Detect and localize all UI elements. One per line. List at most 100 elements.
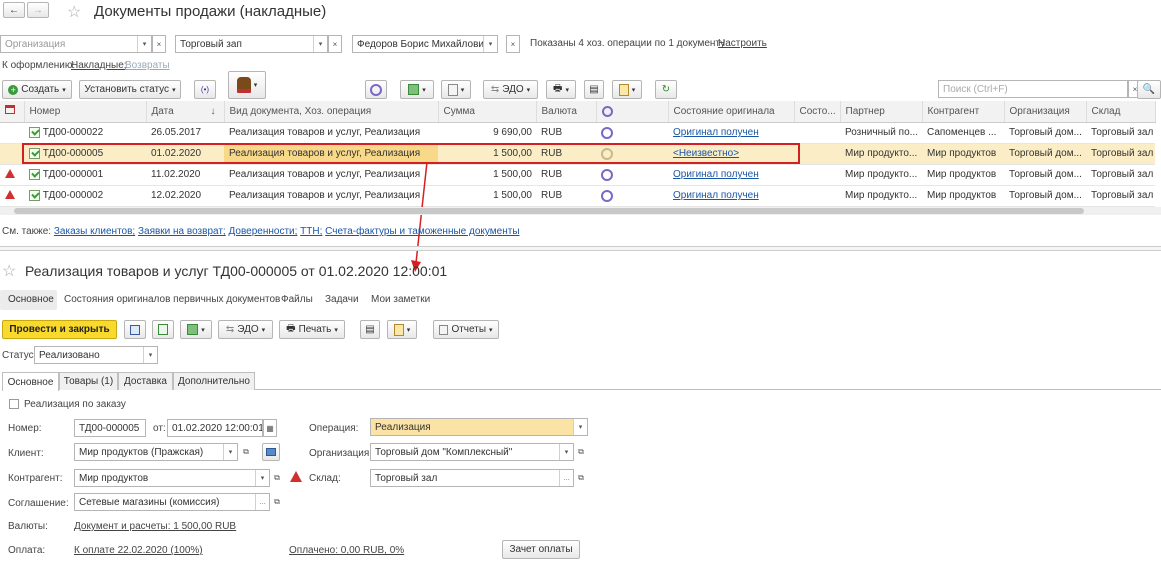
refresh-button[interactable]: ↻	[655, 80, 677, 99]
invoices-link[interactable]: Накладные;	[71, 60, 127, 71]
column-header[interactable]: Вид документа, Хоз. операция	[224, 101, 439, 123]
warehouse-filter[interactable]: Торговый зап ▾	[175, 35, 328, 53]
create-button[interactable]: + Создать ▾	[2, 80, 72, 99]
set-status-button[interactable]: Установить статус ▾	[79, 80, 181, 99]
open-link-icon[interactable]: ⧉	[270, 469, 284, 487]
dropdown-icon[interactable]: ▾	[483, 36, 497, 52]
currency-link[interactable]: Документ и расчеты: 1 500,00 RUB	[74, 521, 236, 532]
clear-icon[interactable]: ×	[152, 35, 166, 53]
favorite-star-icon[interactable]: ☆	[2, 261, 16, 281]
nav-tasks[interactable]: Задачи	[325, 294, 359, 305]
reports-button[interactable]: Отчеты ▾	[433, 320, 499, 339]
column-icon-header[interactable]	[0, 101, 25, 123]
tab-goods[interactable]: Товары (1)	[59, 372, 118, 390]
tab-main[interactable]: Основное	[2, 372, 59, 391]
see-also-link[interactable]: Доверенности;	[229, 226, 298, 237]
column-header[interactable]: Валюта	[536, 101, 597, 123]
print-button[interactable]: 🖶 ▾	[546, 80, 576, 99]
table-row[interactable]: ТД00-000001 11.02.2020 Реализация товаров …	[0, 164, 1155, 186]
signal-button[interactable]: (•)	[194, 80, 216, 99]
column-header[interactable]: Склад	[1086, 101, 1156, 123]
organization-filter[interactable]: Организация ▾	[0, 35, 152, 53]
report-menu-button[interactable]: ▾	[387, 320, 417, 339]
list-button[interactable]: ▤	[360, 320, 380, 339]
select-icon[interactable]: …	[559, 470, 573, 486]
cell-original[interactable]: Оригинал получен	[668, 164, 794, 186]
dropdown-icon[interactable]: ▾	[137, 36, 151, 52]
by-order-checkbox[interactable]	[9, 399, 19, 409]
forward-button[interactable]: →	[27, 2, 49, 18]
dropdown-icon[interactable]: ▾	[223, 444, 237, 460]
back-button[interactable]: ←	[3, 2, 25, 18]
open-link-icon[interactable]: ⧉	[574, 443, 588, 461]
search-input[interactable]: Поиск (Ctrl+F)	[938, 80, 1128, 98]
scrollbar-thumb[interactable]	[14, 208, 1084, 214]
post-and-close-button[interactable]: Провести и закрыть	[2, 320, 117, 339]
organization-field[interactable]: Торговый дом "Комплексный" ▾	[370, 443, 574, 461]
returns-link[interactable]: Возвраты	[125, 60, 170, 71]
horizontal-scrollbar[interactable]	[0, 207, 1161, 215]
nav-originals[interactable]: Состояния оригиналов первичных документо…	[64, 294, 280, 305]
configure-link[interactable]: Настроить	[718, 38, 767, 49]
edo-button[interactable]: ⇆ ЭДО ▾	[218, 320, 273, 339]
list-button[interactable]: ▤	[584, 80, 604, 99]
create-based-button[interactable]: ▾	[400, 80, 434, 99]
create-based-button[interactable]: ▾	[180, 320, 212, 339]
clear-icon[interactable]: ×	[328, 35, 342, 53]
see-also-link[interactable]: Счета-фактуры и таможенные документы	[325, 226, 519, 237]
dropdown-icon[interactable]: ▾	[313, 36, 327, 52]
clear-icon[interactable]: ×	[506, 35, 520, 53]
nav-files[interactable]: Файлы	[281, 294, 313, 305]
see-also-link[interactable]: Заявки на возврат;	[138, 226, 226, 237]
related-docs-button[interactable]: ▾	[441, 80, 471, 99]
select-icon[interactable]: …	[255, 494, 269, 510]
payment-link[interactable]: К оплате 22.02.2020 (100%)	[74, 545, 203, 556]
client-card-button[interactable]	[262, 443, 280, 461]
column-header[interactable]: Номер	[24, 101, 147, 123]
see-also-link[interactable]: Заказы клиентов;	[54, 226, 135, 237]
mail-button[interactable]	[365, 80, 387, 99]
cell-original[interactable]: Оригинал получен	[668, 185, 794, 207]
column-header[interactable]: Дата ↓	[146, 101, 225, 123]
post-button[interactable]	[152, 320, 174, 339]
dropdown-icon[interactable]: ▾	[255, 470, 269, 486]
column-header[interactable]: Партнер	[840, 101, 923, 123]
table-row[interactable]: ТД00-000022 26.05.2017 Реализация товаров …	[0, 122, 1155, 144]
search-button[interactable]: 🔍	[1137, 80, 1161, 99]
calendar-icon[interactable]: ▦	[263, 419, 277, 437]
warehouse-field[interactable]: Торговый зал…	[370, 469, 574, 487]
column-header[interactable]: Состо...	[794, 101, 841, 123]
see-also-link[interactable]: ТТН;	[300, 226, 322, 237]
favorite-star-icon[interactable]: ☆	[67, 2, 81, 22]
counterparty-field[interactable]: Мир продуктов ▾	[74, 469, 270, 487]
dropdown-icon[interactable]: ▾	[573, 419, 587, 435]
number-field[interactable]: ТД00-000005	[74, 419, 146, 437]
table-row[interactable]: ТД00-000002 12.02.2020 Реализация товаров …	[0, 185, 1155, 207]
agreement-field[interactable]: Сетевые магазины (комиссия)…	[74, 493, 270, 511]
stamp-button[interactable]: ▾	[228, 71, 266, 99]
column-header[interactable]: Организация	[1004, 101, 1087, 123]
print-button[interactable]: 🖶 Печать ▾	[279, 320, 345, 339]
dropdown-icon[interactable]: ▾	[559, 444, 573, 460]
open-link-icon[interactable]: ⧉	[239, 443, 253, 461]
date-field[interactable]: 01.02.2020 12:00:01	[167, 419, 263, 437]
column-header[interactable]: Контрагент	[922, 101, 1005, 123]
column-header[interactable]	[596, 101, 669, 123]
nav-main[interactable]: Основное	[8, 294, 54, 305]
open-link-icon[interactable]: ⧉	[574, 469, 588, 487]
nav-notes[interactable]: Мои заметки	[371, 294, 430, 305]
payment-offset-button[interactable]: Зачет оплаты	[502, 540, 580, 559]
operation-select[interactable]: Реализация ▾	[370, 418, 588, 436]
client-field[interactable]: Мир продуктов (Пражская) ▾	[74, 443, 238, 461]
save-button[interactable]	[124, 320, 146, 339]
tab-additional[interactable]: Дополнительно	[173, 372, 255, 390]
cell-original[interactable]: Оригинал получен	[668, 122, 794, 144]
reports-button[interactable]: ▾	[612, 80, 642, 99]
splitter[interactable]	[0, 246, 1161, 251]
dropdown-icon[interactable]: ▾	[143, 347, 157, 363]
tab-delivery[interactable]: Доставка	[118, 372, 173, 390]
manager-filter[interactable]: Федоров Борис Михайлович ▾	[352, 35, 498, 53]
open-link-icon[interactable]: ⧉	[270, 493, 284, 511]
edo-button[interactable]: ⇆ ЭДО ▾	[483, 80, 538, 99]
status-select[interactable]: Реализовано ▾	[34, 346, 158, 364]
